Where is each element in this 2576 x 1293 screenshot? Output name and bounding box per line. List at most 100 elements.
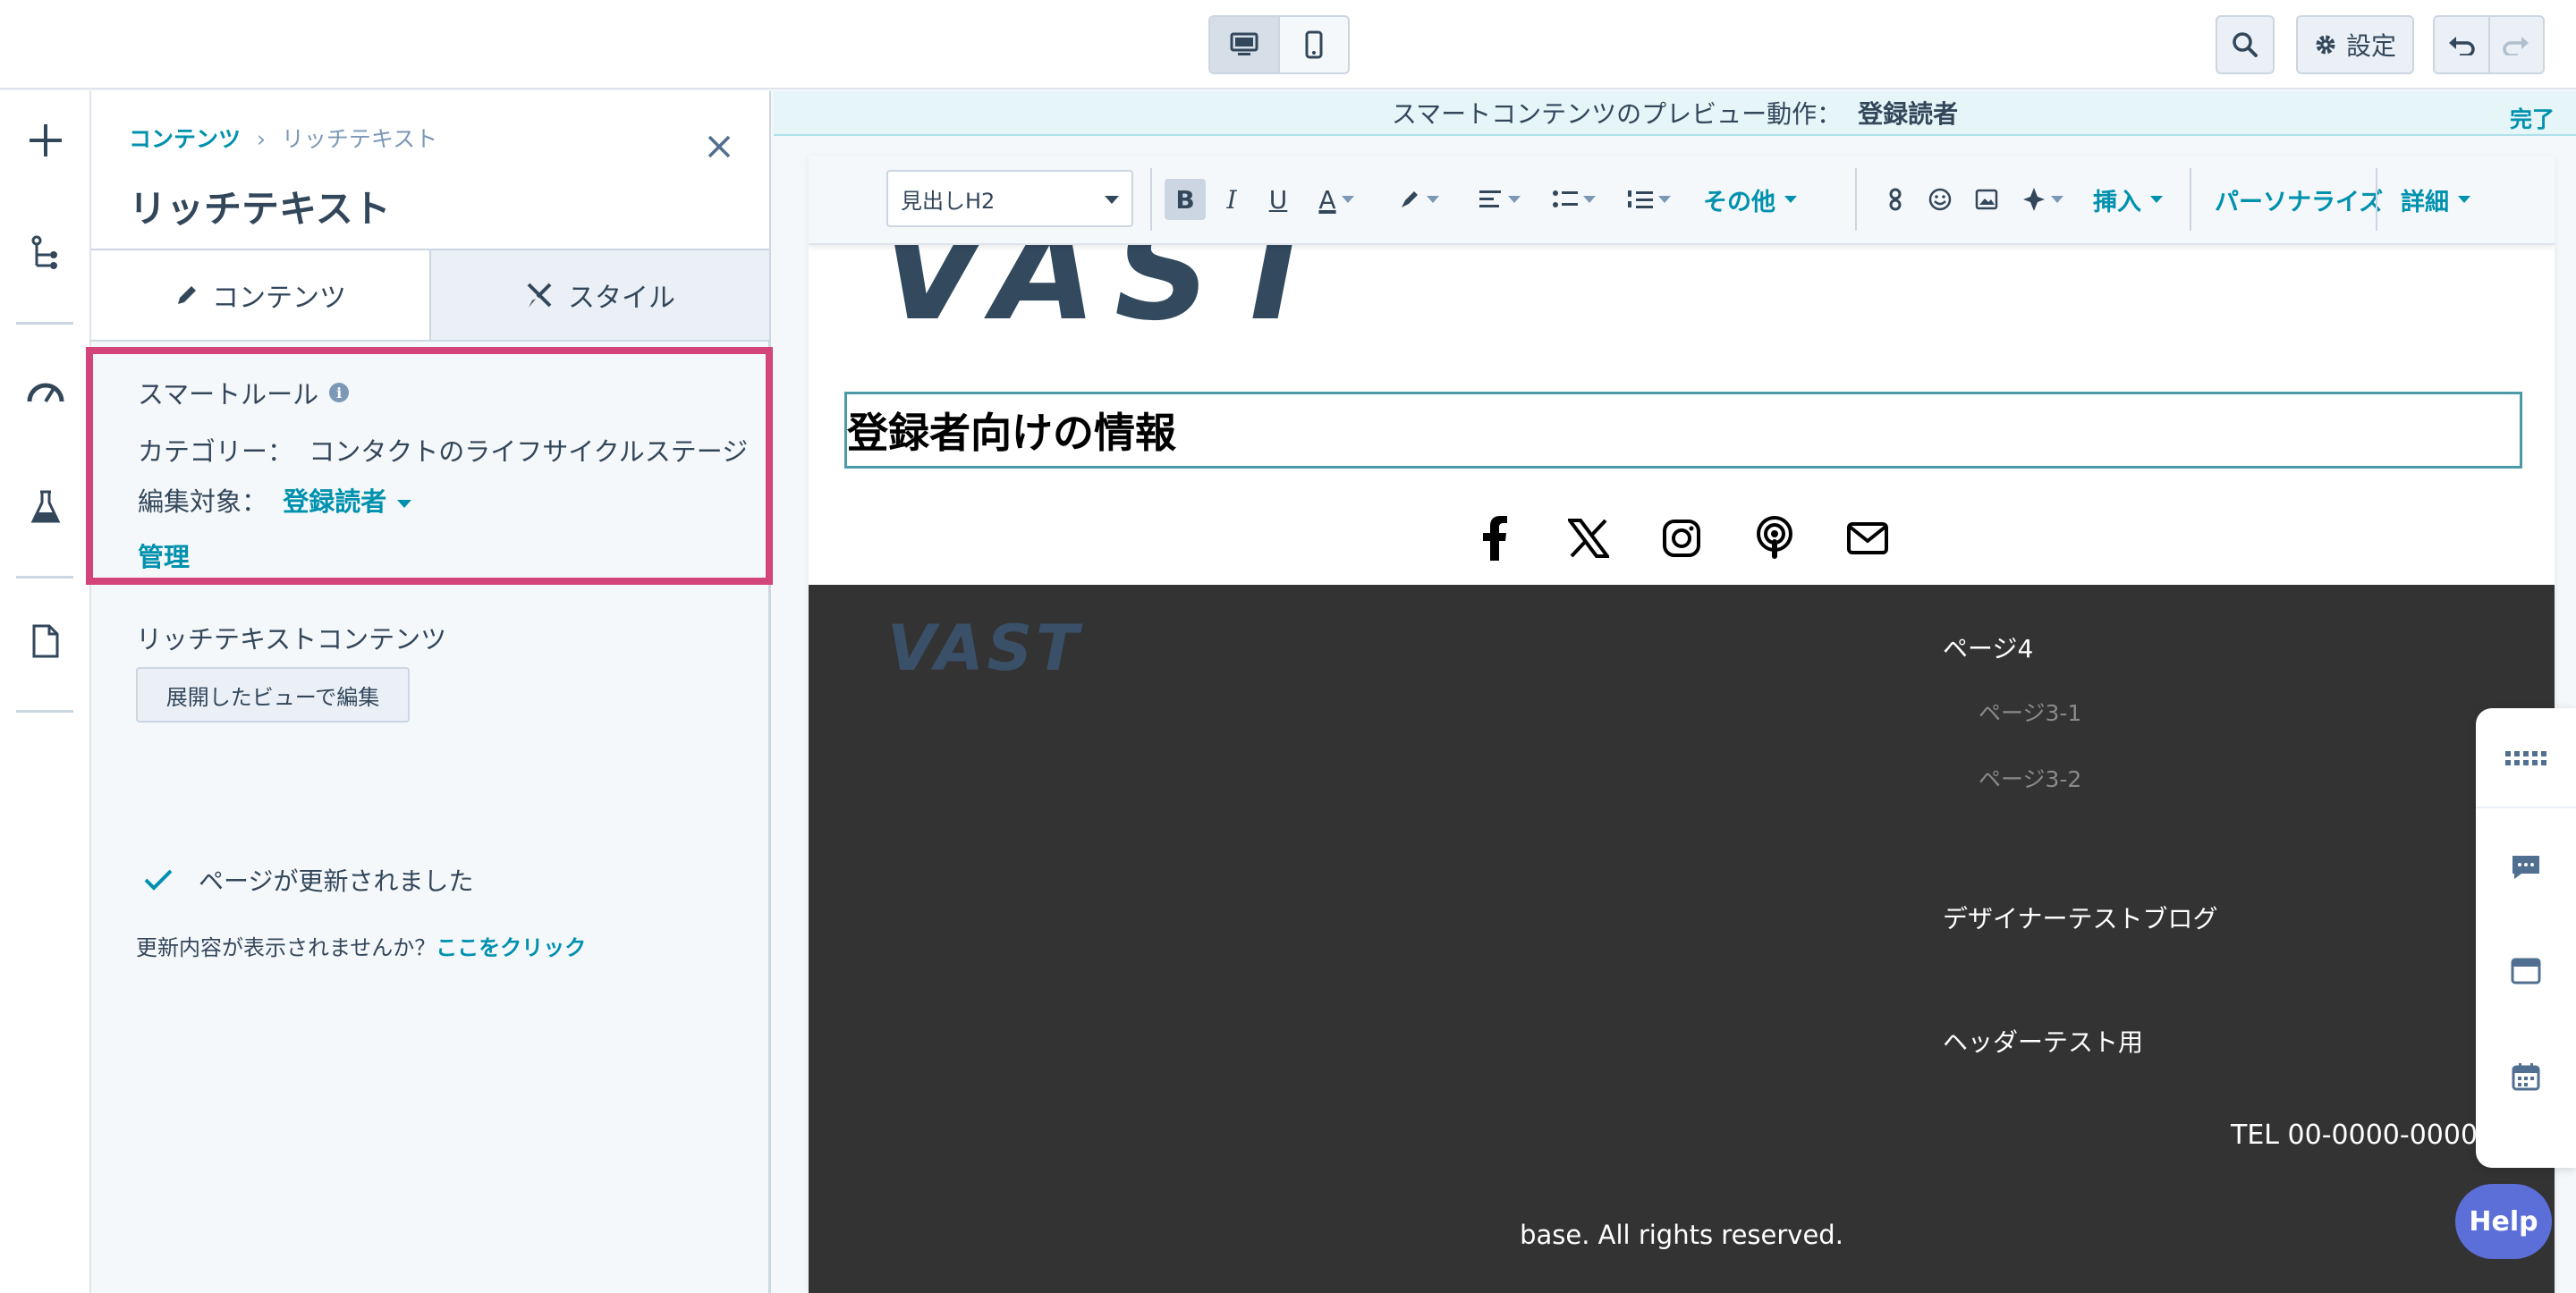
redo-button[interactable]	[2490, 17, 2544, 72]
tree-icon	[31, 235, 57, 269]
target-label: 編集対象：	[138, 486, 268, 517]
page-footer: VAST ページ4 ページ3-1 ページ3-2 デザイナーテストブログ ヘッダー…	[809, 585, 2555, 1293]
footer-nav-item[interactable]: ページ4	[1943, 630, 2033, 665]
footer-nav-item[interactable]: ヘッダーテスト用	[1943, 1023, 2143, 1059]
grid-dots-icon	[2505, 751, 2546, 765]
caret-down-icon	[2150, 196, 2163, 203]
facebook-icon[interactable]	[1473, 511, 1518, 565]
smart-rule-title: スマートルール i	[138, 374, 721, 411]
rich-text-heading[interactable]: 登録者向けの情報	[844, 392, 2522, 469]
caret-down-icon	[2458, 196, 2470, 203]
target-dropdown[interactable]: 登録読者	[283, 486, 412, 517]
bullet-list-button[interactable]	[1547, 179, 1601, 220]
breadcrumb-separator: ›	[256, 126, 266, 152]
smart-rule-title-text: スマートルール	[138, 379, 319, 410]
module-editor-panel: コンテンツ › リッチテキスト リッチテキスト コンテンツ スタイル スマートル…	[86, 91, 773, 1293]
tab-content[interactable]: コンテンツ	[91, 250, 429, 340]
smart-rule-box: スマートルール i カテゴリー： コンタクトのライフサイクルステージ 編集対象：…	[86, 347, 773, 585]
smart-rule-target: 編集対象： 登録読者	[138, 481, 721, 519]
more-menu[interactable]: その他	[1703, 179, 1797, 220]
ai-assist-button[interactable]	[2018, 179, 2068, 220]
optimize-button[interactable]	[23, 368, 68, 413]
underline-button[interactable]: U	[1265, 179, 1292, 220]
manage-link[interactable]: 管理	[138, 537, 721, 574]
page-settings-button[interactable]	[23, 619, 68, 663]
plus-icon	[30, 124, 62, 156]
rich-text-toolbar: 見出しH2 B I U A その他 挿入 パーソナライズ 詳細	[809, 156, 2555, 245]
desktop-icon	[1230, 32, 1258, 55]
rail-divider	[16, 322, 73, 325]
caret-down-icon	[1658, 196, 1671, 203]
tab-content-label: コンテンツ	[212, 283, 346, 314]
mobile-view-button[interactable]	[1280, 17, 1348, 72]
footer-logo: VAST	[887, 612, 1082, 685]
test-button[interactable]	[23, 485, 68, 529]
link-button[interactable]	[1882, 179, 1909, 220]
insert-menu-label: 挿入	[2093, 188, 2141, 216]
pencil-icon	[178, 286, 196, 304]
sparkle-icon	[2023, 188, 2045, 211]
banner-text: スマートコンテンツのプレビュー動作：	[1391, 99, 1843, 129]
footer-copyright: base. All rights reserved.	[1520, 1220, 1843, 1250]
align-button[interactable]	[1475, 179, 1525, 220]
close-panel-button[interactable]	[699, 127, 739, 166]
close-icon	[708, 135, 731, 158]
calendar-button[interactable]	[2503, 1053, 2549, 1100]
x-twitter-icon[interactable]	[1566, 511, 1611, 565]
breadcrumb: コンテンツ › リッチテキスト	[129, 122, 437, 154]
settings-button[interactable]: 設定	[2296, 15, 2414, 74]
footer-nav-subitem[interactable]: ページ3-2	[1979, 762, 2081, 794]
done-link[interactable]: 完了	[2510, 102, 2555, 134]
desktop-view-button[interactable]	[1210, 17, 1280, 72]
bold-button[interactable]: B	[1165, 179, 1206, 220]
footer-nav-item[interactable]: デザイナーテストブログ	[1943, 900, 2217, 935]
update-status: ページが更新されました	[143, 862, 473, 898]
caret-down-icon	[1427, 196, 1439, 203]
footer-nav-subitem[interactable]: ページ3-1	[1979, 696, 2081, 728]
instagram-icon[interactable]	[1659, 511, 1704, 565]
caret-down-icon	[1784, 196, 1797, 203]
footer-tel: TEL 00-0000-0000	[2231, 1120, 2479, 1151]
numbered-list-button[interactable]	[1623, 179, 1676, 220]
caret-down-icon	[1105, 196, 1119, 204]
undo-button[interactable]	[2435, 17, 2490, 72]
image-button[interactable]	[1971, 179, 2002, 220]
info-icon[interactable]: i	[329, 383, 350, 402]
help-button[interactable]: Help	[2455, 1184, 2552, 1259]
caret-down-icon	[1583, 196, 1596, 203]
font-color-button[interactable]: A	[1309, 179, 1363, 220]
highlight-button[interactable]	[1392, 179, 1445, 220]
rail-divider	[16, 710, 73, 713]
block-style-select[interactable]: 見出しH2	[886, 170, 1133, 227]
document-icon	[32, 624, 59, 658]
inbox-button[interactable]	[2503, 948, 2549, 994]
target-value: 登録読者	[283, 486, 387, 517]
inbox-icon	[2511, 958, 2541, 985]
tab-style[interactable]: スタイル	[429, 250, 769, 340]
advanced-menu[interactable]: 詳細	[2401, 179, 2470, 220]
banner-value: 登録読者	[1858, 99, 1959, 129]
category-label: カテゴリー：	[138, 436, 294, 467]
layers-button[interactable]	[23, 231, 68, 275]
insert-menu[interactable]: 挿入	[2093, 179, 2163, 220]
panel-tabs: コンテンツ スタイル	[91, 250, 769, 342]
bullet-list-icon	[1553, 190, 1578, 207]
rich-text-label: リッチテキストコンテンツ	[136, 624, 447, 655]
add-module-button[interactable]	[23, 118, 68, 163]
caret-down-icon	[1341, 196, 1354, 203]
podcast-icon[interactable]	[1752, 511, 1797, 565]
comments-button[interactable]	[2503, 844, 2549, 891]
apps-button[interactable]	[2503, 735, 2549, 782]
mail-icon[interactable]	[1845, 511, 1890, 565]
checkmark-icon	[144, 869, 173, 891]
italic-button[interactable]: I	[1218, 179, 1245, 220]
emoji-button[interactable]	[1925, 179, 1955, 220]
redo-icon	[2503, 37, 2529, 55]
click-here-link[interactable]: ここをクリック	[436, 935, 586, 960]
expand-editor-button[interactable]: 展開したビューで編集	[136, 667, 410, 723]
breadcrumb-root-link[interactable]: コンテンツ	[129, 126, 241, 152]
personalize-button[interactable]: パーソナライズ	[2215, 179, 2383, 220]
rail-divider	[16, 576, 73, 579]
search-button[interactable]	[2216, 15, 2275, 74]
category-value: コンタクトのライフサイクルステージ	[309, 436, 749, 467]
